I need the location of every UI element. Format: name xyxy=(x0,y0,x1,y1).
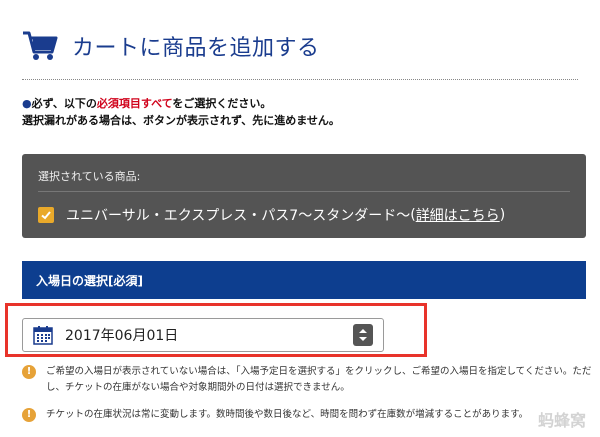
date-section-header: 入場日の選択[必須] xyxy=(22,261,586,299)
info-note: ! ご希望の入場日が表示されていない場合は、「入場予定日を選択する」をクリックし… xyxy=(22,364,592,396)
page-title: カートに商品を追加する xyxy=(72,36,320,61)
details-link[interactable]: 詳細はこちら xyxy=(416,205,500,225)
exclamation-icon: ! xyxy=(22,408,36,422)
product-name: ユニバーサル・エクスプレス・パス7〜スタンダード〜 xyxy=(66,208,411,224)
exclamation-icon: ! xyxy=(22,365,36,379)
notice-line2: 選択漏れがある場合は、ボタンが表示されず、先に進めません。 xyxy=(22,114,340,127)
panel-divider xyxy=(38,191,570,192)
link-paren-close: ) xyxy=(499,207,506,223)
selected-product-panel: 選択されている商品: ユニバーサル・エクスプレス・パス7〜スタンダード〜 ( 詳… xyxy=(22,154,586,238)
notice-required-text: 必須項目すべて xyxy=(96,97,173,110)
date-value: 2017年06月01日 xyxy=(65,328,179,344)
calendar-icon xyxy=(33,325,53,345)
selected-label: 選択されている商品: xyxy=(38,170,141,183)
select-arrow-button[interactable] xyxy=(353,324,373,346)
updown-arrow-icon xyxy=(359,329,367,341)
info-text: チケットの在庫状況は常に変動します。数時間後や数日後など、時間を問わず在庫数が増… xyxy=(46,409,529,420)
notice-suffix: をご選択ください。 xyxy=(172,97,272,110)
watermark: 蚂蜂窝 xyxy=(537,411,586,430)
product-row: ユニバーサル・エクスプレス・パス7〜スタンダード〜 ( 詳細はこちら ) xyxy=(38,205,505,225)
info-text: ご希望の入場日が表示されていない場合は、「入場予定日を選択する」をクリックし、ご… xyxy=(46,366,592,393)
shopping-cart-icon xyxy=(22,30,58,62)
info-note: ! チケットの在庫状況は常に変動します。数時間後や数日後など、時間を問わず在庫数… xyxy=(22,407,592,423)
bullet-icon: ● xyxy=(22,97,32,110)
required-notice: ●必ず、以下の必須項目すべてをご選択ください。 選択漏れがある場合は、ボタンが表… xyxy=(22,95,582,129)
product-checkbox[interactable] xyxy=(38,207,54,223)
notice-text: 必ず、以下の xyxy=(31,97,97,110)
date-select[interactable]: 2017年06月01日 xyxy=(22,318,384,352)
page-header: カートに商品を追加する xyxy=(22,26,578,66)
header-divider xyxy=(22,79,578,80)
check-icon xyxy=(41,211,51,220)
